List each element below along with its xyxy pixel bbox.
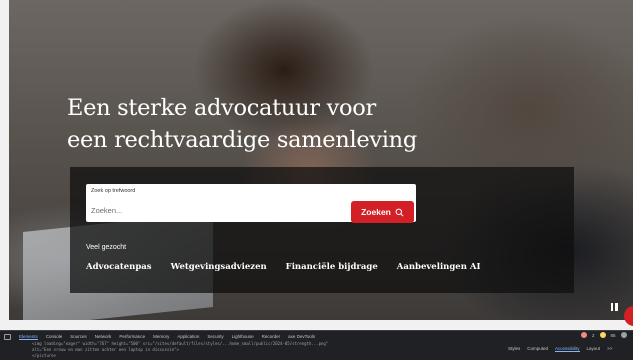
side-tab-layout[interactable]: Layout xyxy=(587,346,601,352)
devtools-tab-console[interactable]: Console xyxy=(46,334,63,339)
devtools-tab-sources[interactable]: Sources xyxy=(70,334,87,339)
headline-line-2: een rechtvaardige samenleving xyxy=(67,127,417,153)
devtools-panel: Elements Console Sources Network Perform… xyxy=(0,330,633,360)
warning-icon xyxy=(599,332,606,338)
devtools-tab-recorder[interactable]: Recorder xyxy=(262,334,281,339)
warning-count[interactable]: 85 xyxy=(611,333,616,338)
headline-line-1: Een sterke advocatuur voor xyxy=(67,95,376,121)
error-icon xyxy=(581,332,587,338)
inspect-icon[interactable] xyxy=(4,333,11,340)
hero-headline: Een sterke advocatuur voor een rechtvaar… xyxy=(67,92,487,156)
chat-icon[interactable] xyxy=(624,306,633,326)
devtools-tab-application[interactable]: Application xyxy=(177,334,199,339)
search-button-label: Zoeken xyxy=(361,207,391,217)
popular-link-wetgevingsadviezen[interactable]: Wetgevingsadviezen xyxy=(171,262,267,272)
popular-link-advocatenpas[interactable]: Advocatenpas xyxy=(86,262,152,272)
side-tab-computed[interactable]: Computed xyxy=(527,346,548,352)
popular-title: Veel gezocht xyxy=(86,244,127,251)
popular-link-aanbevelingen-ai[interactable]: Aanbevelingen AI xyxy=(397,262,481,272)
search-panel: Zoek op trefwoord Zoeken Veel gezocht Ad… xyxy=(70,167,574,293)
devtools-tab-performance[interactable]: Performance xyxy=(119,334,145,339)
error-count[interactable]: 2 xyxy=(592,333,595,338)
pause-button[interactable] xyxy=(609,301,619,312)
pause-bar-left xyxy=(610,302,613,311)
devtools-tab-elements[interactable]: Elements xyxy=(19,334,38,340)
side-tab-accessibility[interactable]: Accessibility xyxy=(555,346,580,352)
devtools-tab-axe[interactable]: axe DevTools xyxy=(288,334,315,339)
devtools-side-tabs: Styles Computed Accessibility Layout >> xyxy=(508,346,612,352)
browser-viewport: Een sterke advocatuur voor een rechtvaar… xyxy=(0,0,633,330)
side-tab-styles[interactable]: Styles xyxy=(508,346,520,352)
search-label: Zoek op trefwoord xyxy=(91,188,136,194)
devtools-tab-memory[interactable]: Memory xyxy=(153,334,169,339)
code-line-2[interactable]: alt="Een vrouw en man zitten achter een … xyxy=(32,347,179,352)
search-icon xyxy=(395,208,404,216)
side-tab-more[interactable]: >> xyxy=(607,346,612,352)
pause-bar-right xyxy=(615,302,618,311)
devtools-issue-badges: 2 85 xyxy=(581,332,627,338)
code-line-3[interactable]: </picture> xyxy=(32,353,56,358)
popular-links: Advocatenpas Wetgevingsadviezen Financië… xyxy=(86,262,480,272)
popular-link-financiele-bijdrage[interactable]: Financiële bijdrage xyxy=(286,262,378,272)
search-input[interactable] xyxy=(91,203,331,217)
settings-gear-icon[interactable] xyxy=(620,332,627,338)
devtools-tab-security[interactable]: Security xyxy=(207,334,223,339)
devtools-tab-lighthouse[interactable]: Lighthouse xyxy=(232,334,254,339)
code-line-1[interactable]: <img loading="eager" width="767" height=… xyxy=(32,341,328,346)
devtools-tab-network[interactable]: Network xyxy=(95,334,112,339)
search-button[interactable]: Zoeken xyxy=(351,201,414,223)
